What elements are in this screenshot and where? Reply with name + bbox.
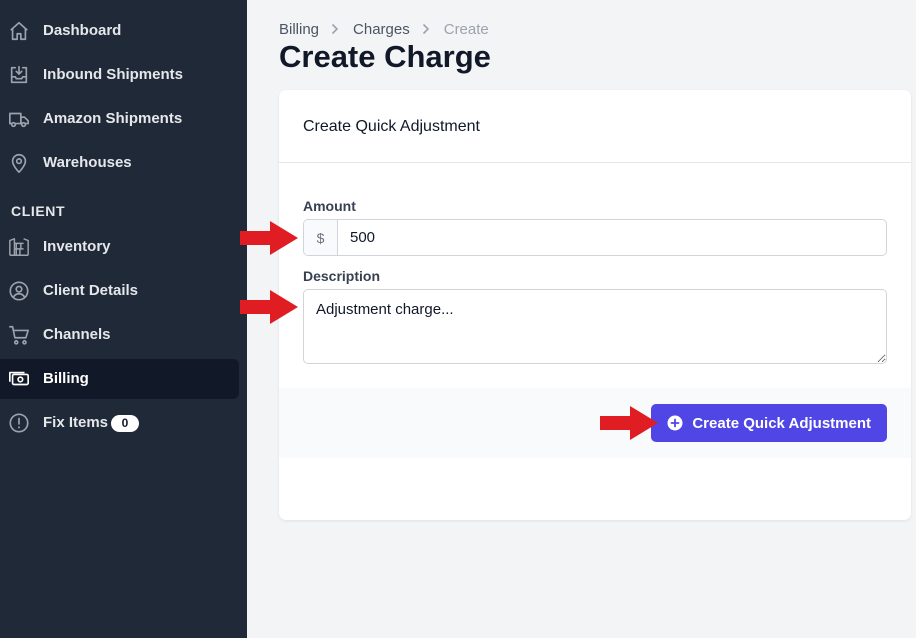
sidebar-item-warehouses[interactable]: Warehouses [0, 143, 239, 183]
create-quick-adjustment-button[interactable]: Create Quick Adjustment [651, 404, 887, 442]
card-title: Create Quick Adjustment [303, 118, 480, 135]
exclamation-circle-icon [8, 412, 30, 434]
truck-icon [8, 108, 30, 130]
count-badge: 0 [111, 415, 139, 432]
sidebar-item-label: Inbound Shipments [43, 66, 183, 83]
sidebar-item-label: Dashboard [43, 22, 122, 39]
description-textarea[interactable]: Adjustment charge... [303, 289, 887, 364]
sidebar: Dashboard Inbound Shipments Amazon Shipm… [0, 0, 247, 638]
sidebar-item-label: Amazon Shipments [43, 110, 183, 127]
breadcrumb-charges[interactable]: Charges [353, 21, 410, 38]
sidebar-item-billing[interactable]: Billing [0, 359, 239, 399]
shopping-cart-icon [8, 324, 30, 346]
breadcrumb-billing[interactable]: Billing [279, 21, 319, 38]
sidebar-item-label: Inventory [43, 238, 111, 255]
sidebar-item-channels[interactable]: Channels [0, 315, 239, 355]
sidebar-item-fix-items[interactable]: Fix Items 0 [0, 403, 239, 443]
sidebar-item-label: Fix Items [43, 414, 109, 431]
sidebar-item-label: Warehouses [43, 154, 132, 171]
plus-circle-icon [667, 415, 683, 431]
map-pin-icon [8, 152, 30, 174]
card-header: Create Quick Adjustment [279, 90, 911, 163]
warehouse-shelf-icon [8, 236, 30, 258]
sidebar-item-dashboard[interactable]: Dashboard [0, 11, 239, 51]
annotation-arrow-icon [240, 290, 298, 324]
section-label-client: CLIENT [11, 203, 66, 219]
quick-adjustment-card: Create Quick Adjustment Amount $ Descrip… [279, 90, 911, 520]
annotation-arrow-icon [240, 221, 298, 255]
sidebar-item-amazon-shipments[interactable]: Amazon Shipments [0, 99, 239, 139]
currency-prefix: $ [304, 220, 338, 255]
card-footer: Create Quick Adjustment [279, 388, 911, 458]
user-circle-icon [8, 280, 30, 302]
amount-input[interactable] [338, 220, 886, 255]
sidebar-item-inventory[interactable]: Inventory [0, 227, 239, 267]
breadcrumb: Billing Charges Create [279, 20, 489, 38]
sidebar-item-inbound-shipments[interactable]: Inbound Shipments [0, 55, 239, 95]
home-icon [8, 20, 30, 42]
inbox-download-icon [8, 64, 30, 86]
sidebar-item-label: Client Details [43, 282, 139, 299]
sidebar-item-label: Channels [43, 326, 111, 343]
amount-label: Amount [303, 198, 356, 214]
amount-field-group: $ [303, 219, 887, 256]
sidebar-item-client-details[interactable]: Client Details [0, 271, 239, 311]
chevron-right-icon [422, 23, 430, 35]
breadcrumb-create: Create [443, 20, 489, 38]
cash-icon [8, 368, 30, 390]
page-title: Create Charge [279, 39, 491, 74]
description-label: Description [303, 268, 381, 284]
chevron-right-icon [331, 23, 339, 35]
annotation-arrow-icon [600, 406, 658, 440]
sidebar-item-label: Billing [43, 370, 89, 387]
button-label: Create Quick Adjustment [692, 414, 871, 432]
